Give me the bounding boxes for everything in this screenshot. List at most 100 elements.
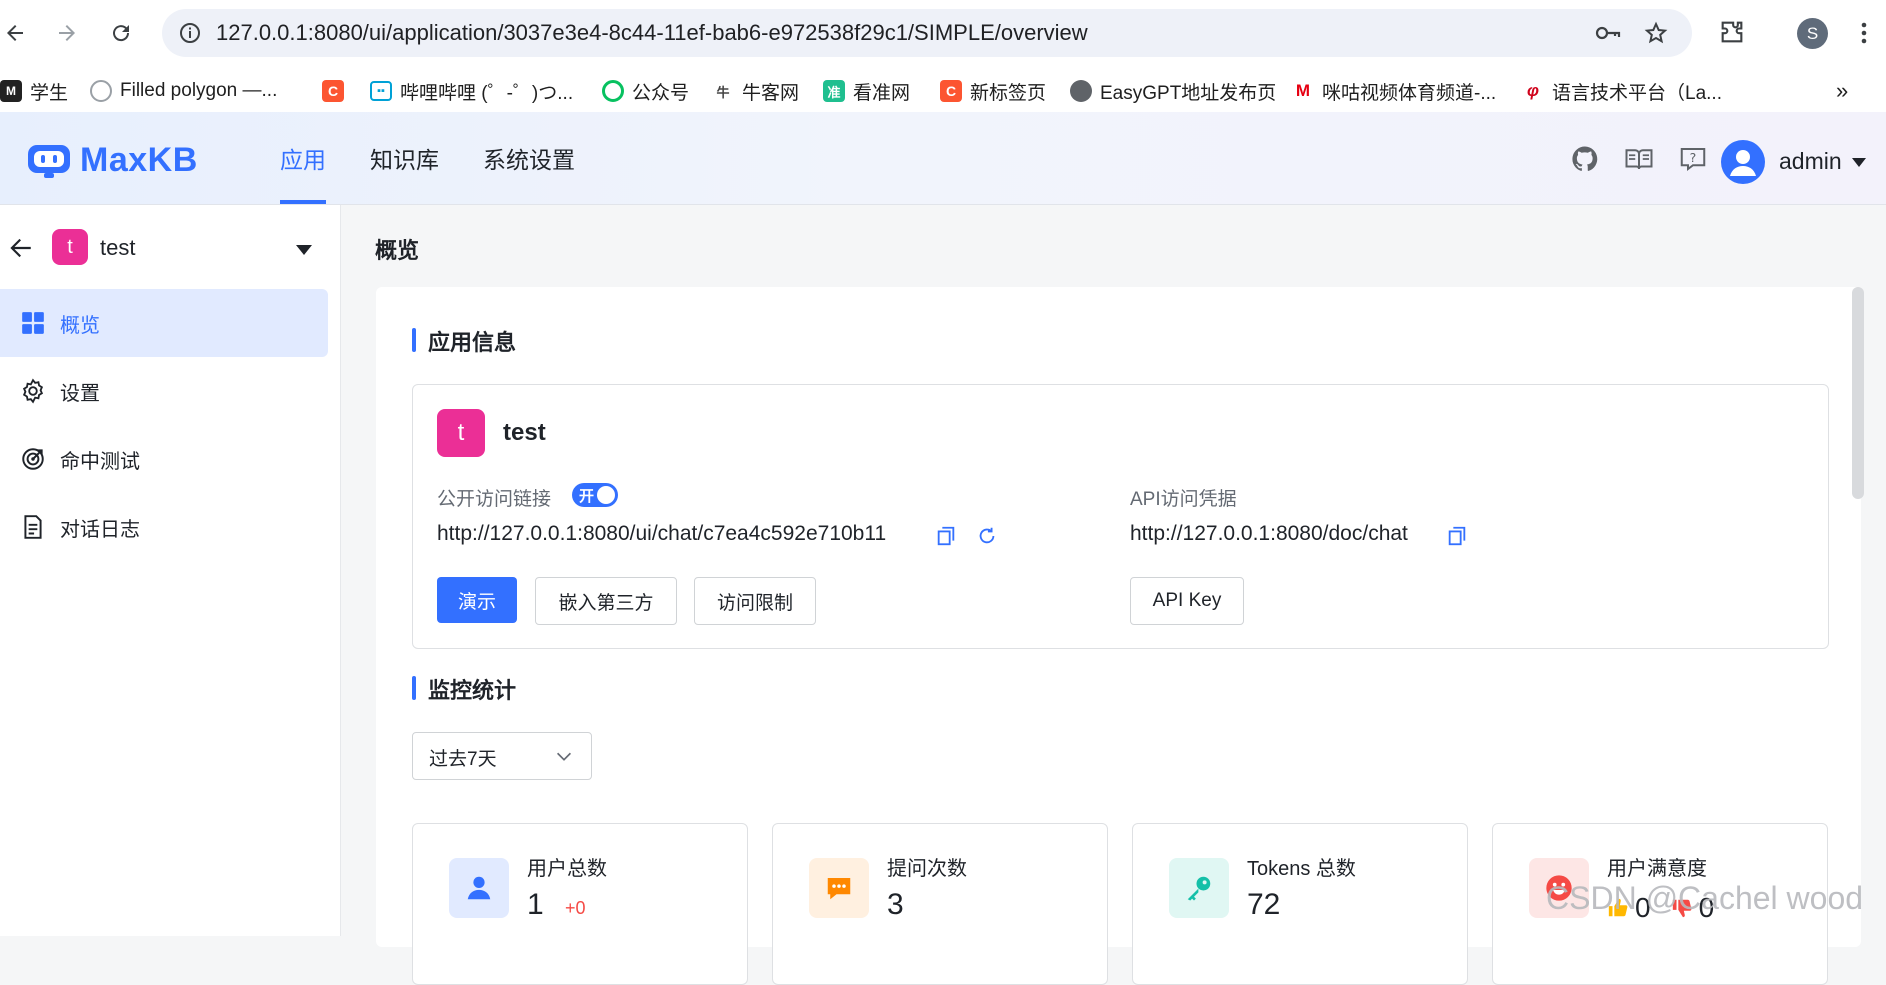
app-switch-caret-icon[interactable] [296,245,312,255]
api-credentials-label: API访问凭据 [1130,489,1237,510]
key-icon [1169,858,1229,918]
wechat-icon [602,80,624,102]
bookmark-item[interactable]: M 咪咕视频体育频道-... [1292,78,1496,104]
stat-label: 用户满意度 [1607,858,1707,880]
bookmark-item[interactable]: Filled polygon —... [90,78,277,104]
polygon-icon [90,80,112,102]
watermark: CSDN @Cachel wood [1546,880,1864,916]
sidebar-item-chat-log[interactable]: 对话日志 [0,493,340,561]
globe-icon [1070,80,1092,102]
url-text[interactable]: 127.0.0.1:8080/ui/application/3037e3e4-8… [216,20,1088,46]
app-name[interactable]: test [100,235,135,261]
back-arrow-icon[interactable] [0,18,30,48]
bookmark-label: 公众号 [632,82,690,104]
brand-name: MaxKB [80,140,198,179]
ltp-icon: φ [1522,80,1544,102]
bookmark-item[interactable]: ▪▪ 哔哩哔哩 (゜-゜)つ... [370,78,573,104]
bookmark-item[interactable]: EasyGPT地址发布页 [1070,78,1276,104]
sidebar-item-label: 概览 [60,314,100,337]
time-range-select[interactable]: 过去7天 [412,732,592,780]
app-avatar: t [52,229,88,265]
nav-tab-knowledge[interactable]: 知识库 [370,112,439,204]
address-bar[interactable]: 127.0.0.1:8080/ui/application/3037e3e4-8… [162,9,1692,57]
stat-delta: +0 [565,898,586,918]
scrollbar[interactable] [1852,287,1864,499]
sidebar: t test 概览 设置 命中测试 对话日志 [0,205,341,936]
profile-avatar[interactable]: S [1797,18,1828,49]
nav-tab-applications[interactable]: 应用 [280,112,326,204]
kebab-menu-icon[interactable] [1852,18,1882,48]
app-header: MaxKB 应用 知识库 系统设置 ? [0,112,1886,205]
public-link-url[interactable]: http://127.0.0.1:8080/ui/chat/c7ea4c592e… [437,522,886,546]
bookmark-item[interactable]: φ 语言技术平台（La... [1522,78,1722,104]
bookmark-label: 学生 [30,82,69,104]
student-icon: M [0,80,22,102]
public-link-toggle[interactable]: 开 [572,483,618,507]
bookmark-item[interactable]: 准 看准网 [823,78,910,104]
bookmark-item[interactable]: 牛 牛客网 [712,78,799,104]
address-row: 127.0.0.1:8080/ui/application/3037e3e4-8… [0,0,1886,66]
reload-icon[interactable] [106,18,136,48]
api-key-button[interactable]: API Key [1130,577,1244,625]
document-icon [24,515,42,539]
bookmark-label: 哔哩哔哩 (゜-゜)つ... [400,82,574,104]
nav-tab-system-settings[interactable]: 系统设置 [483,112,575,204]
toggle-knob [597,486,615,504]
stat-label: 用户总数 [527,858,607,880]
time-range-value: 过去7天 [429,749,497,770]
bookmark-item[interactable]: C [322,78,344,104]
public-link-label: 公开访问链接 [437,489,552,510]
demo-button[interactable]: 演示 [437,577,517,623]
api-url[interactable]: http://127.0.0.1:8080/doc/chat [1130,522,1408,546]
csdn-icon: C [940,80,962,102]
refresh-icon[interactable] [976,525,998,547]
nowcoder-icon: 牛 [712,80,734,102]
kanzhun-icon: 准 [823,80,845,102]
user-dropdown-caret-icon[interactable] [1852,158,1866,167]
star-icon[interactable] [1644,21,1668,45]
copy-icon[interactable] [1446,525,1468,547]
back-arrow-icon[interactable] [8,235,36,263]
github-icon[interactable] [1570,144,1600,174]
copy-icon[interactable] [935,525,957,547]
access-limit-button[interactable]: 访问限制 [694,577,816,625]
chevron-down-icon [556,752,572,761]
bookmark-item[interactable]: 公众号 [602,78,689,104]
bookmark-label: Filled polygon —... [120,80,278,101]
section-title-app-info: 应用信息 [412,325,516,357]
bookmark-label: 咪咕视频体育频道-... [1322,82,1497,104]
toggle-text: 开 [579,488,595,505]
main-content: 概览 应用信息 t test 公开访问链接 开 http://127.0.0.1… [341,205,1886,985]
svg-text:?: ? [1690,150,1697,165]
csdn-icon: C [322,80,344,102]
page-title: 概览 [375,238,420,263]
user-name[interactable]: admin [1779,148,1842,175]
password-key-icon[interactable] [1594,21,1621,45]
sidebar-item-settings[interactable]: 设置 [0,357,340,425]
bookmark-item[interactable]: C 新标签页 [940,78,1046,104]
site-info-icon[interactable] [178,21,202,45]
bookmark-label: 语言技术平台（La... [1552,82,1722,104]
embed-third-party-button[interactable]: 嵌入第三方 [535,577,677,625]
book-icon[interactable] [1624,144,1654,174]
app-avatar: t [437,409,485,457]
bookmark-label: 新标签页 [970,82,1047,104]
stat-label: 提问次数 [887,858,967,880]
bookmark-item[interactable]: M 学生 [0,78,68,104]
stat-card-tokens: Tokens 总数 72 [1132,823,1468,985]
more-bookmarks-chevron-icon[interactable]: » [1836,78,1848,104]
extensions-icon[interactable] [1718,18,1748,48]
sidebar-item-hit-test[interactable]: 命中测试 [0,425,340,493]
stat-card-questions: 提问次数 3 [772,823,1108,985]
help-icon[interactable]: ? [1678,144,1708,174]
forward-arrow-icon[interactable] [52,18,82,48]
stat-label: Tokens 总数 [1247,858,1356,880]
user-avatar[interactable] [1721,140,1765,184]
sidebar-item-overview[interactable]: 概览 [0,289,328,357]
chat-bubble-icon [809,858,869,918]
bilibili-icon: ▪▪ [370,81,392,101]
stat-value: 72 [1247,888,1281,921]
maxkb-logo[interactable]: MaxKB [26,140,198,179]
grid-icon [22,312,44,334]
sidebar-item-label: 设置 [60,382,100,405]
